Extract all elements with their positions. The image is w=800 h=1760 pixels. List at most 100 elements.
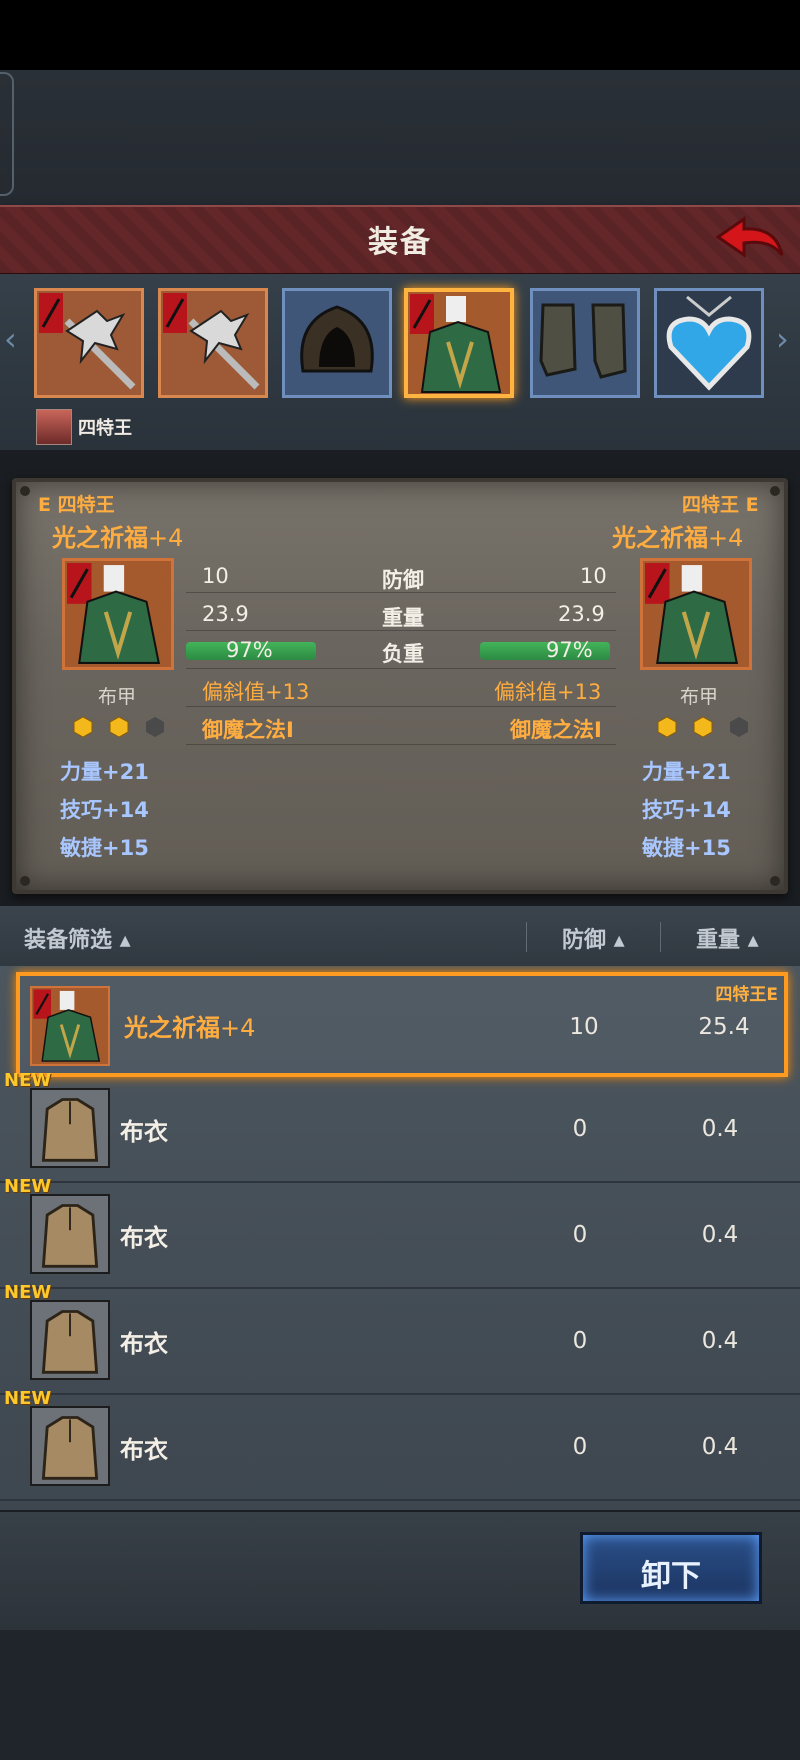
right-defense: 10 — [580, 564, 607, 588]
status-bar — [0, 0, 800, 70]
cloth-shirt-icon — [41, 1204, 99, 1268]
item-weight: 0.4 — [701, 1222, 739, 1248]
item-name: 布衣 — [120, 1224, 168, 1252]
right-stat-agility: 敏捷+15 — [642, 836, 731, 860]
gem-slot-filled-icon — [73, 716, 93, 738]
heart-pendant-icon — [666, 295, 752, 391]
comparison-panel: E 四特王 光之祈福+4 布甲 10 23.9 97% 偏斜值+13 御魔之法I… — [12, 478, 788, 894]
list-item[interactable]: 四特王E 光之祈福+4 10 25.4 — [16, 972, 788, 1077]
owner-indicator: 四特王 — [36, 409, 132, 445]
left-item-thumbnail — [62, 558, 174, 670]
right-weight: 23.9 — [558, 602, 605, 626]
title-bar: 装备 — [0, 205, 800, 276]
item-weight: 25.4 — [698, 1014, 750, 1040]
item-name: 布衣 — [120, 1118, 168, 1146]
left-load: 97% — [226, 638, 273, 662]
unequip-button[interactable]: 卸下 — [580, 1532, 762, 1604]
left-item-type: 布甲 — [98, 686, 137, 708]
slot-helmet[interactable] — [282, 288, 392, 398]
list-header: 装备筛选 ▴ 防御 ▴ 重量 ▴ — [0, 906, 800, 966]
right-stat-strength: 力量+21 — [642, 760, 731, 784]
halberd-icon — [163, 293, 260, 390]
gem-slot-filled-icon — [693, 716, 713, 738]
page-title: 装备 — [368, 225, 432, 260]
item-weight: 0.4 — [701, 1328, 739, 1354]
halberd-icon — [39, 293, 136, 390]
upper-background — [0, 70, 800, 205]
divider — [186, 706, 616, 707]
equipment-list[interactable]: 四特王E 光之祈福+4 10 25.4 NEW 布衣 0 0.4 NEW 布衣 … — [0, 966, 800, 1510]
divider — [186, 744, 616, 745]
left-stat-strength: 力量+21 — [60, 760, 149, 784]
cloth-shirt-icon — [41, 1416, 99, 1480]
right-item-name: 光之祈福+4 — [612, 524, 744, 552]
rivet — [770, 486, 780, 496]
armor-icon — [67, 563, 161, 664]
right-item-thumbnail — [640, 558, 752, 670]
left-stat-skill: 技巧+14 — [60, 798, 149, 822]
left-weight: 23.9 — [202, 602, 249, 626]
cloth-shirt-icon — [41, 1310, 99, 1374]
item-defense: 10 — [569, 1014, 599, 1040]
hood-icon — [300, 305, 374, 373]
list-item[interactable]: NEW 布衣 0 0.4 — [0, 1282, 800, 1395]
right-item-type: 布甲 — [680, 686, 719, 708]
gem-slot-empty-icon — [146, 717, 164, 737]
armor-icon — [645, 563, 739, 664]
right-skill: 御魔之法I — [510, 718, 602, 742]
list-item[interactable]: NEW 布衣 0 0.4 — [0, 1070, 800, 1183]
divider — [186, 668, 616, 669]
label-load: 负重 — [382, 642, 424, 666]
item-thumbnail — [30, 1194, 110, 1274]
slot-accessory[interactable] — [654, 288, 764, 398]
defense-sort-button[interactable]: 防御 ▴ — [562, 922, 625, 954]
slot-weapon-2[interactable] — [158, 288, 268, 398]
divider — [660, 922, 661, 952]
rivet — [770, 876, 780, 886]
item-defense: 0 — [572, 1434, 588, 1460]
list-item[interactable]: NEW 布衣 0 0.4 — [0, 1388, 800, 1501]
item-name: 光之祈福+4 — [124, 1014, 256, 1042]
slot-armor[interactable] — [404, 288, 514, 398]
right-owner: 四特王 E — [682, 494, 759, 516]
right-load: 97% — [546, 638, 593, 662]
footer-background — [0, 1630, 800, 1760]
cloth-shirt-icon — [41, 1098, 99, 1162]
avatar — [36, 409, 72, 445]
boots-icon — [539, 303, 627, 379]
left-stat-agility: 敏捷+15 — [60, 836, 149, 860]
item-thumbnail — [30, 1300, 110, 1380]
label-weight: 重量 — [382, 606, 424, 630]
left-defense: 10 — [202, 564, 229, 588]
owner-name: 四特王 — [78, 418, 132, 439]
item-thumbnail — [30, 986, 110, 1066]
scroll-left-icon[interactable]: ‹ — [4, 320, 24, 360]
weight-sort-button[interactable]: 重量 ▴ — [696, 922, 759, 954]
scroll-right-icon[interactable]: › — [776, 320, 796, 360]
item-name: 布衣 — [120, 1330, 168, 1358]
gem-slot-empty-icon — [730, 717, 748, 737]
rivet — [20, 876, 30, 886]
side-tab-handle[interactable] — [0, 72, 14, 196]
item-defense: 0 — [572, 1328, 588, 1354]
gem-slot-filled-icon — [109, 716, 129, 738]
item-defense: 0 — [572, 1222, 588, 1248]
unequip-label: 卸下 — [641, 1559, 701, 1594]
list-item[interactable]: NEW 布衣 0 0.4 — [0, 1176, 800, 1289]
divider — [186, 592, 616, 593]
item-name: 布衣 — [120, 1436, 168, 1464]
left-item-name: 光之祈福+4 — [52, 524, 184, 552]
slot-boots[interactable] — [530, 288, 640, 398]
gem-slot-filled-icon — [657, 716, 677, 738]
rivet — [20, 486, 30, 496]
filter-sort-button[interactable]: 装备筛选 ▴ — [24, 922, 131, 954]
left-owner: E 四特王 — [38, 494, 115, 516]
armor-icon — [410, 294, 502, 393]
item-weight: 0.4 — [701, 1434, 739, 1460]
item-thumbnail — [30, 1406, 110, 1486]
back-arrow-icon[interactable] — [714, 215, 786, 265]
divider — [186, 630, 616, 631]
slot-weapon-1[interactable] — [34, 288, 144, 398]
item-owner-tag: 四特王E — [715, 985, 778, 1005]
left-deflect: 偏斜值+13 — [202, 680, 310, 704]
